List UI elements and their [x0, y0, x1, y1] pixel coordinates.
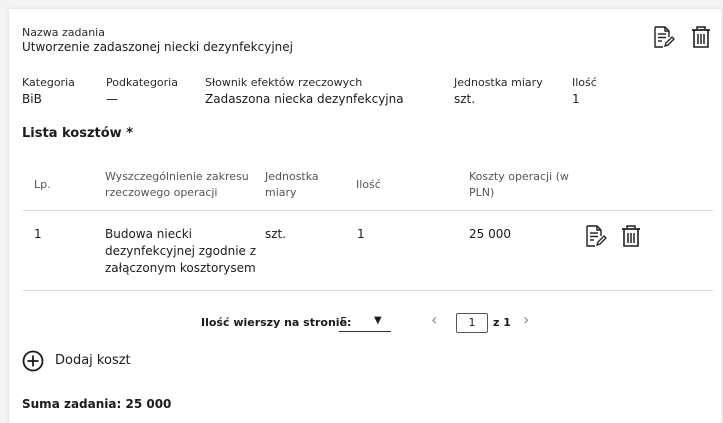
dictionary-value: Zadaszona niecka dezynfekcyjna [205, 92, 404, 106]
subcategory-label: Podkategoria [106, 76, 178, 89]
select-underline [339, 331, 391, 332]
column-header-scope: Wyszczególnienie zakresu rzeczowego oper… [105, 170, 249, 199]
category-label: Kategoria [22, 76, 75, 89]
delete-cost-button[interactable] [621, 224, 647, 250]
row-quantity: 1 [357, 227, 365, 241]
table-header-divider [23, 210, 713, 211]
edit-cost-button[interactable] [583, 224, 609, 250]
dictionary-label: Słownik efektów rzeczowych [205, 76, 363, 89]
task-name-label: Nazwa zadania [22, 26, 105, 39]
add-cost-label: Dodaj koszt [55, 353, 131, 368]
task-card: Nazwa zadania Utworzenie zadaszonej niec… [9, 9, 721, 423]
quantity-value: 1 [572, 92, 580, 106]
unit-value: szt. [454, 92, 476, 106]
column-header-lp: Lp. [34, 178, 51, 191]
edit-task-button[interactable] [651, 25, 677, 51]
row-scope: Budowa niecki dezynfekcyjnej zgodnie z z… [105, 227, 257, 275]
row-cost: 25 000 [469, 227, 511, 241]
category-value: BiB [22, 92, 42, 106]
column-header-quantity: Ilość [356, 178, 381, 191]
delete-task-button[interactable] [691, 25, 717, 51]
trash-icon [622, 225, 640, 247]
task-total: Suma zadania: 25 000 [22, 397, 172, 411]
row-lp: 1 [34, 227, 42, 241]
rows-per-page-value: 5 [340, 315, 348, 329]
cost-list-title: Lista kosztów * [22, 126, 134, 141]
table-row-divider [23, 290, 713, 291]
column-header-cost: Koszty operacji (w PLN) [469, 170, 569, 199]
edit-document-icon [586, 225, 607, 247]
unit-label: Jednostka miary [454, 76, 543, 89]
previous-page-icon[interactable]: ‹ [431, 310, 437, 329]
task-name-value: Utworzenie zadaszonej niecki dezynfekcyj… [22, 40, 293, 54]
chevron-down-icon: ▼ [374, 315, 382, 326]
rows-per-page-label: Ilość wierszy na stronie: [201, 316, 352, 329]
page-number-input[interactable]: 1 [456, 313, 488, 333]
plus-circle-icon [22, 350, 44, 376]
edit-document-icon [654, 26, 675, 48]
trash-icon [692, 26, 710, 48]
column-header-unit: Jednostka miary [265, 170, 319, 199]
row-unit: szt. [265, 227, 287, 241]
quantity-label: Ilość [572, 76, 597, 89]
next-page-icon[interactable]: › [523, 310, 529, 329]
subcategory-value: — [106, 92, 118, 106]
page-of-total: z 1 [493, 316, 511, 329]
